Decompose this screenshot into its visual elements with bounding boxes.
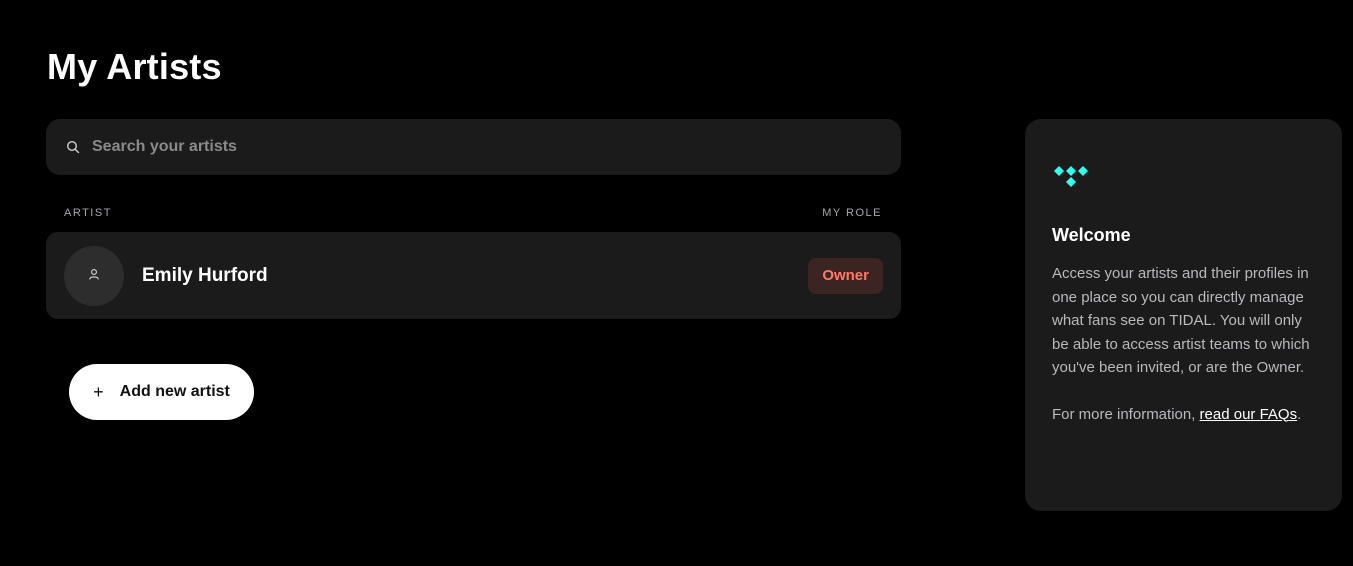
page-title: My Artists	[47, 46, 222, 87]
search-bar[interactable]	[46, 119, 901, 175]
role-badge: Owner	[808, 257, 883, 294]
faq-link[interactable]: read our FAQs	[1200, 406, 1298, 423]
more-info-prefix: For more information,	[1052, 405, 1200, 423]
artist-name: Emily Hurford	[142, 264, 268, 286]
welcome-more-info: For more information, read our FAQs.	[1052, 403, 1315, 427]
search-input[interactable]	[92, 138, 872, 156]
add-artist-label: Add new artist	[119, 383, 230, 400]
search-icon	[66, 140, 80, 154]
welcome-title: Welcome	[1052, 225, 1131, 245]
column-header-artist: ARTIST	[64, 207, 112, 219]
more-info-suffix: .	[1297, 405, 1302, 423]
column-header-role: MY ROLE	[822, 207, 882, 219]
tidal-logo	[1052, 163, 1092, 191]
welcome-body: Access your artists and their profiles i…	[1052, 265, 1310, 376]
plus-icon: +	[93, 381, 104, 402]
artist-row[interactable]: Emily Hurford Owner	[46, 232, 901, 319]
person-icon	[88, 267, 100, 285]
avatar	[64, 245, 124, 306]
welcome-card: Welcome Access your artists and their pr…	[1025, 119, 1342, 511]
add-artist-button[interactable]: + Add new artist	[69, 364, 254, 420]
